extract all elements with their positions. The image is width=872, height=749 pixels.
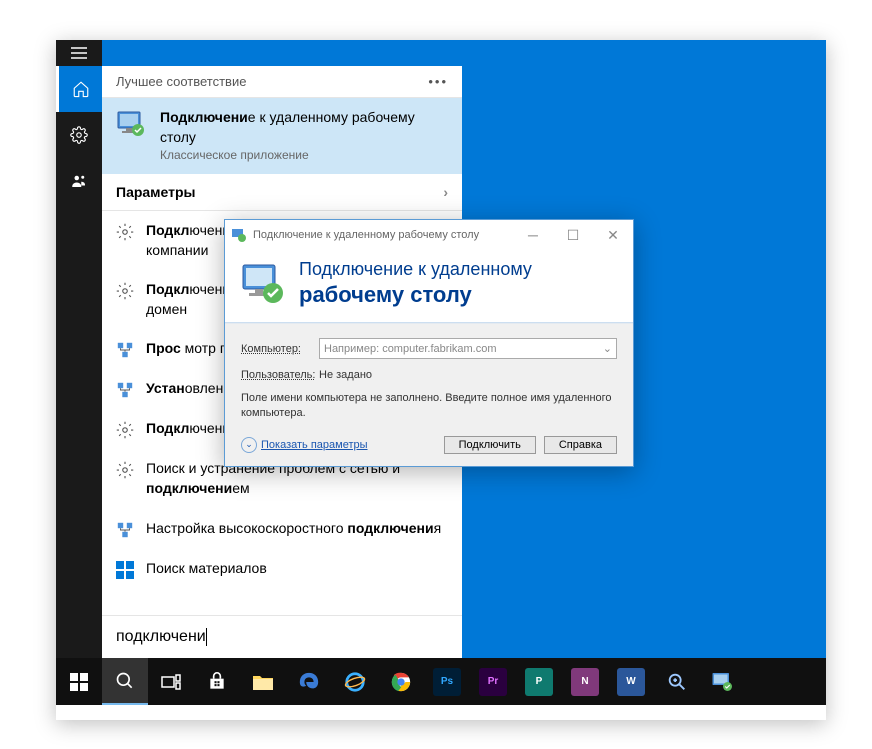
rdp-info-text: Поле имени компьютера не заполнено. Введ… bbox=[241, 391, 617, 422]
ie-icon bbox=[344, 671, 366, 693]
settings-icon bbox=[116, 282, 134, 300]
close-button[interactable]: ✕ bbox=[593, 220, 633, 250]
rdp-banner: Подключение к удаленному рабочему столу bbox=[225, 250, 633, 322]
rdp-banner-text: Подключение к удаленному рабочему столу bbox=[299, 258, 532, 308]
taskview-button[interactable] bbox=[148, 658, 194, 705]
sidebar-people[interactable] bbox=[56, 158, 102, 204]
rdp-taskbar-button[interactable] bbox=[700, 658, 746, 705]
search-result-item[interactable]: Настройка высокоскоростного подключения bbox=[102, 509, 462, 549]
people-icon bbox=[70, 172, 88, 190]
magnifier-button[interactable] bbox=[654, 658, 700, 705]
premiere-icon: Pr bbox=[479, 668, 507, 696]
window-frame: Лучшее соответствие ••• Подключение к уд… bbox=[56, 40, 826, 720]
rdp-icon bbox=[116, 108, 148, 140]
search-button[interactable] bbox=[102, 658, 148, 705]
chevron-down-circle-icon: ⌄ bbox=[241, 437, 257, 453]
sidebar-home[interactable] bbox=[56, 66, 102, 112]
rdp-body: Компьютер: Например: computer.fabrikam.c… bbox=[225, 324, 633, 466]
settings-icon bbox=[116, 521, 134, 539]
rdp-taskbar-icon bbox=[711, 670, 735, 694]
edge-button[interactable] bbox=[286, 658, 332, 705]
publisher-button[interactable]: P bbox=[516, 658, 562, 705]
window-controls: ─ ☐ ✕ bbox=[513, 220, 633, 250]
params-label: Параметры bbox=[116, 184, 196, 200]
maximize-button[interactable]: ☐ bbox=[553, 220, 593, 250]
minimize-button[interactable]: ─ bbox=[513, 220, 553, 250]
store-button[interactable] bbox=[194, 658, 240, 705]
onenote-icon: N bbox=[571, 668, 599, 696]
chrome-button[interactable] bbox=[378, 658, 424, 705]
chevron-down-icon: ⌄ bbox=[603, 342, 612, 355]
result-text: Поиск материалов bbox=[146, 559, 267, 579]
result-text: Настройка высокоскоростного подключения bbox=[146, 519, 441, 539]
start-sidebar bbox=[56, 66, 102, 658]
home-icon bbox=[72, 80, 90, 98]
windows-store-icon bbox=[116, 561, 134, 579]
rdp-title: Подключение к удаленному рабочему столу bbox=[253, 229, 513, 241]
computer-label: Компьютер: bbox=[241, 343, 311, 355]
more-icon[interactable]: ••• bbox=[428, 74, 448, 89]
computer-placeholder: Например: computer.fabrikam.com bbox=[324, 343, 497, 355]
best-match-label: Лучшее соответствие bbox=[116, 74, 246, 89]
params-section-header[interactable]: Параметры › bbox=[102, 174, 462, 211]
folder-icon bbox=[252, 673, 274, 691]
ie-button[interactable] bbox=[332, 658, 378, 705]
settings-icon bbox=[116, 461, 134, 479]
start-button[interactable] bbox=[56, 658, 102, 705]
search-input[interactable]: подключени bbox=[116, 628, 448, 646]
rdp-titlebar[interactable]: Подключение к удаленному рабочему столу … bbox=[225, 220, 633, 250]
photoshop-button[interactable]: Ps bbox=[424, 658, 470, 705]
search-input-container: подключени bbox=[102, 615, 462, 658]
chrome-icon bbox=[390, 671, 412, 693]
computer-combobox[interactable]: Например: computer.fabrikam.com ⌄ bbox=[319, 338, 617, 359]
settings-icon bbox=[116, 421, 134, 439]
edge-icon bbox=[298, 671, 320, 693]
user-label: Пользователь: bbox=[241, 369, 311, 381]
rdp-title-icon bbox=[231, 227, 247, 243]
explorer-button[interactable] bbox=[240, 658, 286, 705]
hamburger-icon bbox=[71, 47, 87, 59]
gear-icon bbox=[70, 126, 88, 144]
taskview-icon bbox=[161, 674, 181, 690]
magnifier-icon bbox=[666, 671, 688, 693]
search-icon bbox=[115, 671, 135, 691]
help-button[interactable]: Справка bbox=[544, 436, 617, 454]
best-match-header: Лучшее соответствие ••• bbox=[102, 66, 462, 98]
settings-icon bbox=[116, 381, 134, 399]
rdp-dialog: Подключение к удаленному рабочему столу … bbox=[224, 219, 634, 467]
word-button[interactable]: W bbox=[608, 658, 654, 705]
best-match-text: Подключение к удаленному рабочему столу … bbox=[160, 108, 448, 164]
windows-icon bbox=[70, 673, 88, 691]
user-value: Не задано bbox=[319, 369, 372, 381]
connect-button[interactable]: Подключить bbox=[444, 436, 536, 454]
onenote-button[interactable]: N bbox=[562, 658, 608, 705]
word-icon: W bbox=[617, 668, 645, 696]
settings-icon bbox=[116, 341, 134, 359]
show-options-link[interactable]: ⌄ Показать параметры bbox=[241, 437, 436, 453]
settings-icon bbox=[116, 223, 134, 241]
publisher-icon: P bbox=[525, 668, 553, 696]
store-icon bbox=[207, 672, 227, 692]
chevron-right-icon: › bbox=[443, 184, 448, 200]
photoshop-icon: Ps bbox=[433, 668, 461, 696]
hamburger-menu[interactable] bbox=[56, 40, 102, 66]
premiere-button[interactable]: Pr bbox=[470, 658, 516, 705]
best-match-result[interactable]: Подключение к удаленному рабочему столу … bbox=[102, 98, 462, 174]
store-result-item[interactable]: Поиск материалов bbox=[102, 549, 462, 589]
rdp-banner-icon bbox=[239, 259, 287, 307]
sidebar-settings[interactable] bbox=[56, 112, 102, 158]
taskbar: Ps Pr P N W bbox=[56, 658, 826, 705]
